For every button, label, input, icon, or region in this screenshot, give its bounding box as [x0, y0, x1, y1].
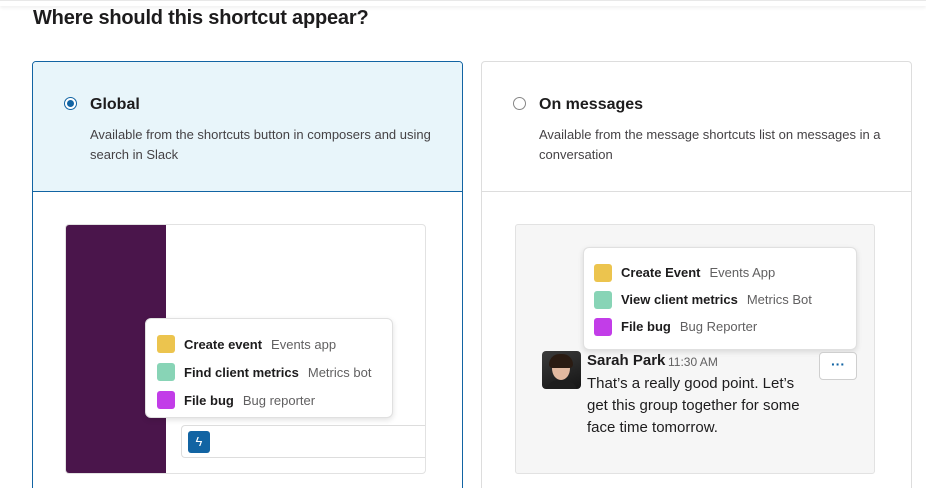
global-option-card[interactable]: Global Available from the shortcuts butt…: [32, 61, 463, 488]
messages-option-header[interactable]: On messages Available from the message s…: [482, 62, 911, 192]
section-heading: Where should this shortcut appear?: [33, 7, 369, 29]
messages-radio[interactable]: [513, 97, 526, 110]
lightning-bolt-icon: ϟ: [188, 431, 210, 453]
message-shortcuts-menu: Create Event Events App View client metr…: [583, 247, 857, 350]
messages-option-title: On messages: [539, 96, 644, 113]
menu-item: Find client metrics Metrics bot: [146, 358, 392, 386]
shortcut-name: View client metrics: [621, 292, 738, 307]
shortcut-name: Create Event: [621, 265, 701, 280]
app-color-swatch: [594, 290, 612, 309]
global-option-header[interactable]: Global Available from the shortcuts butt…: [33, 62, 462, 192]
global-option-description: Available from the shortcuts button in c…: [90, 127, 431, 162]
shortcut-app: Metrics bot: [307, 364, 372, 380]
messages-option-description: Available from the message shortcuts lis…: [539, 127, 881, 162]
composer-illustration: ϟ: [181, 425, 425, 458]
menu-item: View client metrics Metrics Bot: [584, 286, 856, 313]
top-divider: [0, 0, 926, 6]
menu-item: Create Event Events App: [584, 259, 856, 286]
menu-item: File bug Bug Reporter: [584, 313, 856, 340]
message-author: Sarah Park: [587, 352, 666, 369]
app-color-swatch: [594, 263, 612, 282]
shortcut-name: File bug: [184, 392, 234, 408]
app-color-swatch: [594, 317, 612, 336]
global-shortcuts-menu: Create event Events app Find client metr…: [145, 318, 393, 418]
menu-item: Create event Events app: [146, 330, 392, 358]
shortcut-app: Bug Reporter: [679, 319, 758, 334]
app-color-swatch: [157, 363, 175, 381]
app-color-swatch: [157, 391, 175, 409]
shortcut-name: Find client metrics: [184, 364, 299, 380]
shortcut-name: Create event: [184, 336, 263, 352]
shortcut-app: Events app: [271, 336, 337, 352]
shortcut-app: Metrics Bot: [746, 292, 812, 307]
message-text: That’s a really good point. Let’s get th…: [587, 375, 800, 436]
app-color-swatch: [157, 335, 175, 353]
shortcut-app: Events App: [709, 265, 776, 280]
avatar: [542, 351, 581, 389]
menu-item: File bug Bug reporter: [146, 386, 392, 414]
more-actions-icon[interactable]: ···: [819, 352, 857, 380]
global-radio[interactable]: [64, 97, 77, 110]
shortcut-name: File bug: [621, 319, 671, 334]
avatar-hair: [549, 354, 573, 368]
avatar-shoulders: [545, 380, 578, 389]
message-timestamp: 11:30 AM: [668, 355, 718, 369]
global-option-title: Global: [90, 96, 140, 113]
shortcut-app: Bug reporter: [242, 392, 316, 408]
